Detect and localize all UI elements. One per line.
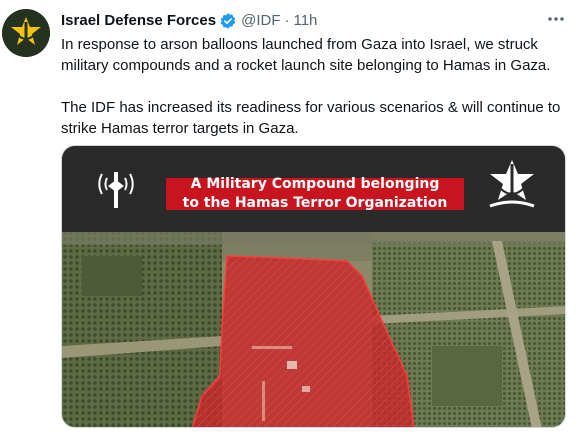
satellite-image: A Military Compound belonging to the Ham… (62, 146, 565, 427)
more-options-button[interactable] (545, 10, 567, 28)
author-avatar[interactable] (2, 9, 50, 57)
tweet-timestamp[interactable]: 11h (293, 11, 317, 31)
idf-emblem-icon (2, 9, 50, 57)
banner-line-1: A Military Compound belonging (191, 176, 440, 192)
author-handle[interactable]: @IDF (241, 11, 280, 31)
banner-line-2: to the Hamas Terror Organization (183, 195, 448, 211)
verified-badge-icon (219, 12, 237, 30)
separator-dot: · (284, 12, 290, 29)
tweet-media-image[interactable]: A Military Compound belonging to the Ham… (61, 145, 566, 428)
tweet-header: Israel Defense Forces @IDF · 11h (61, 11, 317, 31)
tweet-paragraph-1: In response to arson balloons launched f… (61, 36, 551, 74)
author-name[interactable]: Israel Defense Forces (61, 11, 216, 31)
tweet-card[interactable]: Israel Defense Forces @IDF · 11h In resp… (0, 0, 583, 438)
tweet-text: In response to arson balloons launched f… (61, 34, 571, 139)
more-options-icon (548, 17, 564, 21)
tweet-paragraph-2: The IDF has increased its readiness for … (61, 99, 561, 137)
